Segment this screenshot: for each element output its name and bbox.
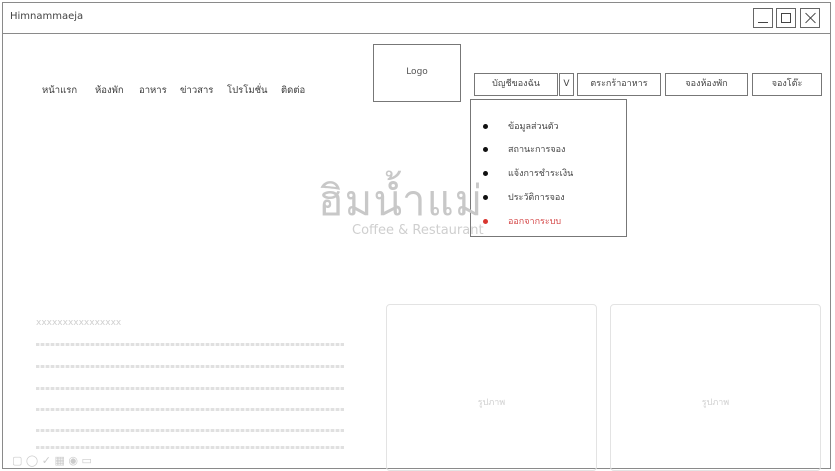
placeholder-text-line xyxy=(36,387,344,390)
account-button[interactable]: บัญชีของฉัน xyxy=(474,73,558,96)
close-icon[interactable] xyxy=(800,8,820,28)
nav-item-promotion[interactable]: โปรโมชั่น xyxy=(227,83,268,98)
bullet-icon xyxy=(483,219,488,224)
bullet-icon xyxy=(483,147,488,152)
food-cart-button[interactable]: ตระกร้าอาหาร xyxy=(577,73,661,96)
placeholder-text-line xyxy=(36,446,344,449)
menu-item-booking-status[interactable]: สถานะการจอง xyxy=(483,142,565,156)
section-title: xxxxxxxxxxxxxxxx xyxy=(36,318,122,328)
window-title: Himnammaeja xyxy=(10,11,84,22)
image-placeholder-label: รูปภาพ xyxy=(701,398,730,408)
social-icons: ▢ ◯ ✓ ▦ ◉ ▭ xyxy=(12,454,92,467)
image-card[interactable]: รูปภาพ xyxy=(610,304,821,471)
box-icon[interactable]: ▭ xyxy=(81,454,91,467)
placeholder-text-line xyxy=(36,365,344,368)
hero-subtitle: Coffee & Restaurant xyxy=(352,223,484,238)
placeholder-text-line xyxy=(36,429,344,432)
placeholder-text-line xyxy=(36,343,344,346)
book-room-button[interactable]: จองห้องพัก xyxy=(665,73,748,96)
check-icon[interactable]: ✓ xyxy=(42,454,51,467)
bullet-icon xyxy=(483,171,488,176)
image-card[interactable]: รูปภาพ xyxy=(386,304,597,471)
nav-item-contact[interactable]: ติดต่อ xyxy=(281,83,305,98)
book-table-button[interactable]: จองโต๊ะ xyxy=(752,73,822,96)
image-placeholder-label: รูปภาพ xyxy=(477,398,506,408)
logo[interactable]: Logo xyxy=(373,44,461,102)
maximize-icon[interactable] xyxy=(776,8,796,28)
menu-item-profile[interactable]: ข้อมูลส่วนตัว xyxy=(483,119,559,133)
bullet-icon xyxy=(483,195,488,200)
title-bar: Himnammaeja xyxy=(3,3,830,34)
circle-icon[interactable]: ◯ xyxy=(26,454,38,467)
nav-item-home[interactable]: หน้าแรก xyxy=(42,83,77,98)
nav-item-food[interactable]: อาหาร xyxy=(139,83,167,98)
nav-item-news[interactable]: ข่าวสาร xyxy=(180,83,213,98)
menu-item-booking-history[interactable]: ประวัติการจอง xyxy=(483,190,565,204)
bullet-icon xyxy=(483,124,488,129)
logo-label: Logo xyxy=(406,67,428,77)
placeholder-text-line xyxy=(36,408,344,411)
menu-item-payment-notice[interactable]: แจ้งการชำระเงิน xyxy=(483,166,573,180)
menu-item-logout[interactable]: ออกจากระบบ xyxy=(483,214,561,228)
minimize-icon[interactable] xyxy=(753,8,773,28)
square-icon[interactable]: ▢ xyxy=(12,454,22,467)
account-dropdown-toggle[interactable]: V xyxy=(559,73,574,96)
grid-icon[interactable]: ▦ xyxy=(54,454,64,467)
media-icon[interactable]: ◉ xyxy=(68,454,78,467)
nav-item-rooms[interactable]: ห้องพัก xyxy=(95,83,124,98)
account-dropdown-menu: ข้อมูลส่วนตัว สถานะการจอง แจ้งการชำระเงิ… xyxy=(470,99,627,237)
